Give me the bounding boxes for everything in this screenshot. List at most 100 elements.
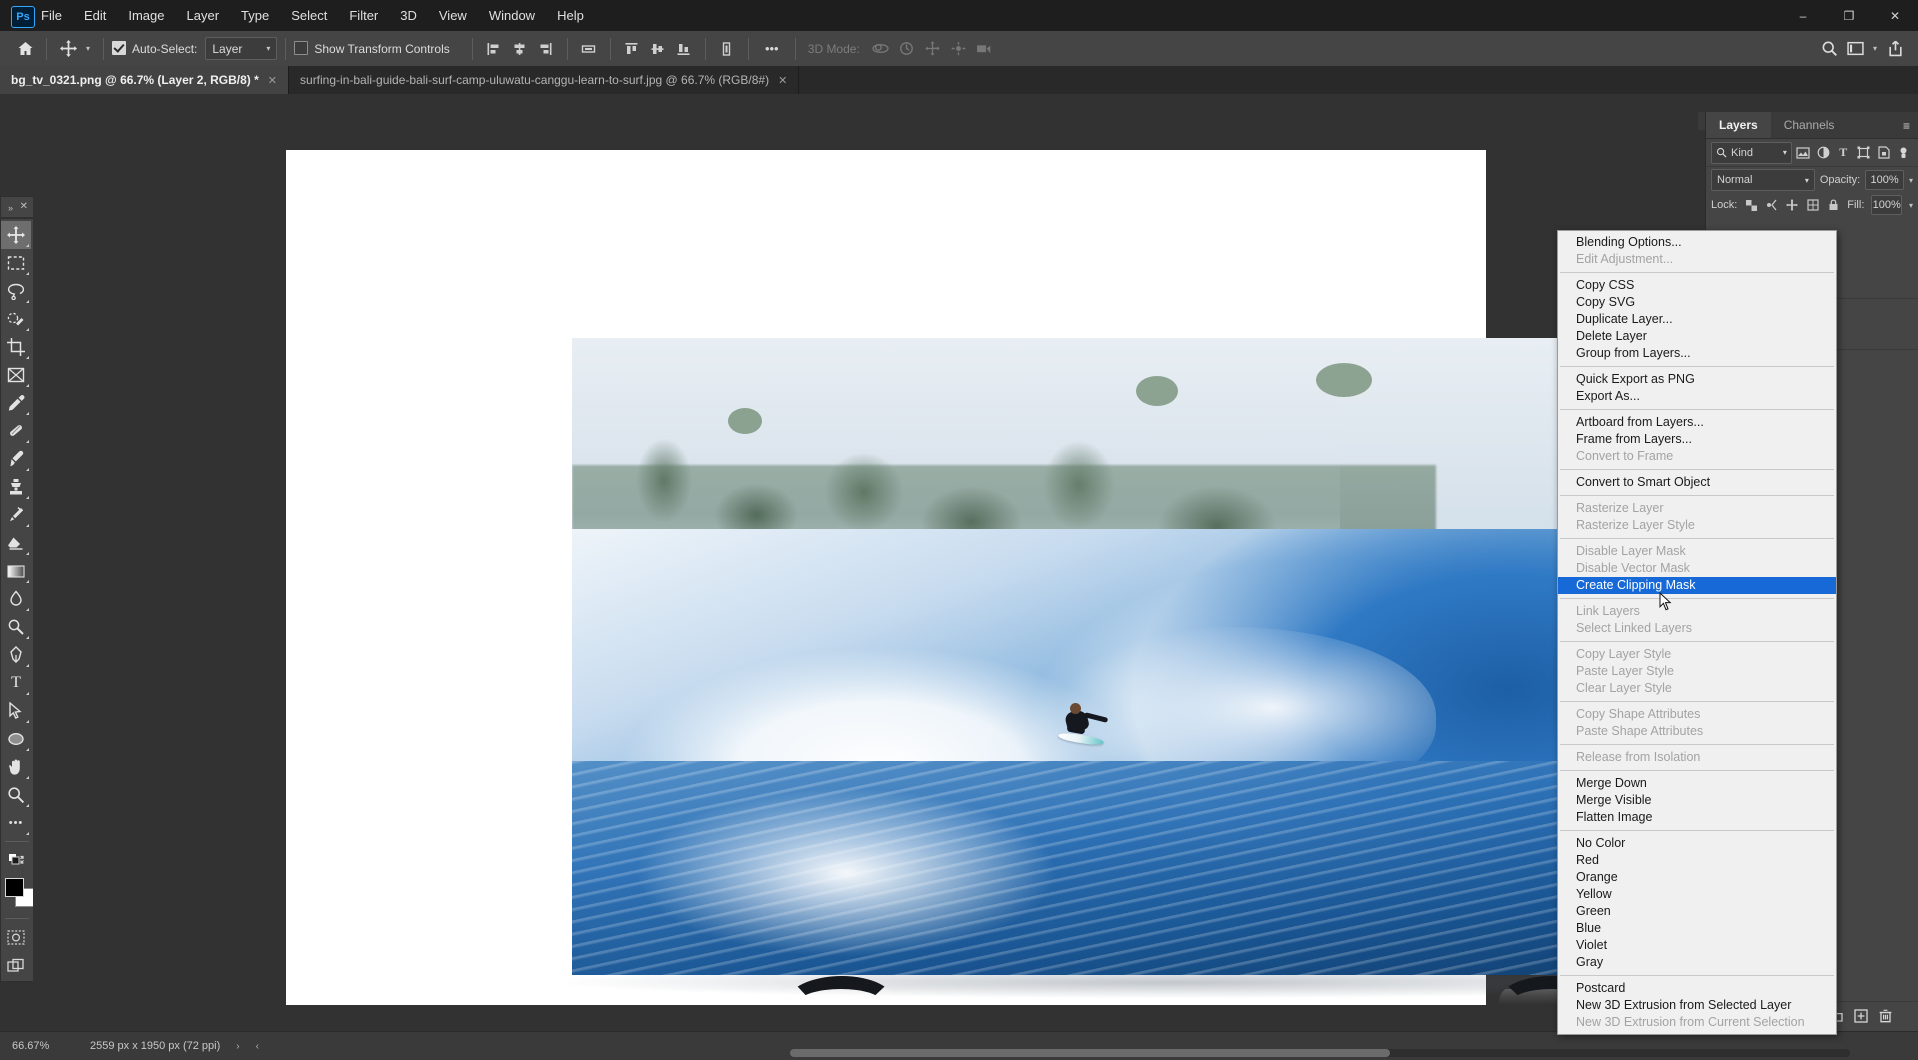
- context-menu-item[interactable]: Delete Layer: [1558, 328, 1836, 345]
- layer-context-menu[interactable]: Blending Options... Edit Adjustment... Cop…: [1557, 230, 1837, 1035]
- clone-stamp-tool[interactable]: [1, 473, 31, 501]
- menu-select[interactable]: Select: [280, 0, 338, 31]
- distribute-horizontally-icon[interactable]: [576, 37, 602, 61]
- smartobject-filter-icon[interactable]: [1875, 143, 1893, 163]
- brush-tool[interactable]: [1, 445, 31, 473]
- canvas-area[interactable]: [33, 95, 1706, 1032]
- align-right-edges-icon[interactable]: [533, 37, 559, 61]
- context-menu-item[interactable]: Violet: [1558, 937, 1836, 954]
- quick-mask-icon[interactable]: [1, 923, 31, 951]
- opacity-chevron-down-icon[interactable]: ▾: [1909, 176, 1913, 185]
- home-icon[interactable]: [12, 37, 38, 61]
- context-menu-item[interactable]: Blue: [1558, 920, 1836, 937]
- menu-window[interactable]: Window: [478, 0, 546, 31]
- auto-select-scope-dropdown[interactable]: Layer ▾: [205, 37, 278, 60]
- foreground-color-swatch[interactable]: [5, 878, 24, 897]
- tv-screen[interactable]: [572, 338, 1706, 975]
- default-colors-icon[interactable]: [1, 846, 31, 874]
- menu-layer[interactable]: Layer: [176, 0, 231, 31]
- quick-selection-tool[interactable]: [1, 305, 31, 333]
- healing-brush-tool[interactable]: [1, 417, 31, 445]
- crop-tool[interactable]: [1, 333, 31, 361]
- menu-file[interactable]: File: [30, 0, 73, 31]
- align-left-edges-icon[interactable]: [481, 37, 507, 61]
- auto-select-checkbox[interactable]: Auto-Select:: [112, 41, 197, 56]
- align-bottom-edges-icon[interactable]: [671, 37, 697, 61]
- rectangular-marquee-tool[interactable]: [1, 249, 31, 277]
- hand-tool[interactable]: [1, 753, 31, 781]
- document-tab-surfing[interactable]: surfing-in-bali-guide-bali-surf-camp-ulu…: [289, 66, 800, 94]
- menu-edit[interactable]: Edit: [73, 0, 117, 31]
- menu-help[interactable]: Help: [546, 0, 595, 31]
- adjustment-filter-icon[interactable]: [1814, 143, 1832, 163]
- context-menu-item[interactable]: Artboard from Layers...: [1558, 414, 1836, 431]
- close-icon[interactable]: ✕: [20, 201, 28, 212]
- auto-select-check[interactable]: [112, 41, 126, 55]
- context-menu-item[interactable]: New 3D Extrusion from Selected Layer: [1558, 997, 1836, 1014]
- workspace-icon[interactable]: [1842, 37, 1868, 61]
- document-dimensions[interactable]: 2559 px x 1950 px (72 ppi): [78, 1040, 220, 1052]
- close-icon[interactable]: ✕: [778, 74, 787, 87]
- ellipse-tool[interactable]: [1, 725, 31, 753]
- context-menu-item[interactable]: Blending Options...: [1558, 234, 1836, 251]
- context-menu-item[interactable]: Duplicate Layer...: [1558, 311, 1836, 328]
- context-menu-item[interactable]: Flatten Image: [1558, 809, 1836, 826]
- menu-3d[interactable]: 3D: [389, 0, 428, 31]
- type-filter-icon[interactable]: T: [1834, 143, 1852, 163]
- frame-tool[interactable]: [1, 361, 31, 389]
- context-menu-item[interactable]: Export As...: [1558, 388, 1836, 405]
- eyedropper-tool[interactable]: [1, 389, 31, 417]
- minimize-button[interactable]: –: [1780, 0, 1826, 31]
- menu-filter[interactable]: Filter: [338, 0, 389, 31]
- filter-kind-dropdown[interactable]: Kind ▾: [1711, 141, 1792, 164]
- share-icon[interactable]: [1882, 37, 1908, 61]
- eraser-tool[interactable]: [1, 529, 31, 557]
- align-horizontal-centers-icon[interactable]: [507, 37, 533, 61]
- context-menu-item[interactable]: Gray: [1558, 954, 1836, 971]
- lasso-tool[interactable]: [1, 277, 31, 305]
- status-collapse-icon[interactable]: ‹: [240, 1041, 259, 1052]
- opacity-value[interactable]: 100%: [1865, 170, 1904, 190]
- restore-button[interactable]: ❐: [1826, 0, 1872, 31]
- delete-layer-icon[interactable]: [1879, 1009, 1892, 1026]
- filter-toggle-icon[interactable]: [1895, 143, 1913, 163]
- zoom-level[interactable]: 66.67%: [0, 1040, 78, 1052]
- move-tool[interactable]: [1, 221, 31, 249]
- context-menu-item[interactable]: Green: [1558, 903, 1836, 920]
- tool-preset-chevron-down-icon[interactable]: ▾: [81, 37, 95, 61]
- edit-toolbar-button[interactable]: •••: [1, 809, 31, 837]
- tab-channels[interactable]: Channels: [1771, 112, 1848, 138]
- context-menu-item[interactable]: Create Clipping Mask: [1558, 577, 1836, 594]
- context-menu-item[interactable]: Frame from Layers...: [1558, 431, 1836, 448]
- dodge-tool[interactable]: [1, 613, 31, 641]
- zoom-tool[interactable]: [1, 781, 31, 809]
- context-menu-item[interactable]: Orange: [1558, 869, 1836, 886]
- context-menu-item[interactable]: Red: [1558, 852, 1836, 869]
- blend-mode-dropdown[interactable]: Normal ▾: [1711, 169, 1815, 191]
- context-menu-item[interactable]: No Color: [1558, 835, 1836, 852]
- lock-all-icon[interactable]: [1827, 195, 1841, 215]
- type-tool[interactable]: T: [1, 669, 31, 697]
- menu-view[interactable]: View: [428, 0, 478, 31]
- scrollbar-thumb[interactable]: [790, 1049, 1390, 1057]
- context-menu-item[interactable]: Copy CSS: [1558, 277, 1836, 294]
- show-transform-check[interactable]: [294, 41, 309, 55]
- history-brush-tool[interactable]: [1, 501, 31, 529]
- fill-value[interactable]: 100%: [1871, 195, 1902, 215]
- close-icon[interactable]: ✕: [268, 74, 277, 87]
- pixel-filter-icon[interactable]: [1794, 143, 1812, 163]
- context-menu-item[interactable]: Convert to Smart Object: [1558, 474, 1836, 491]
- shape-filter-icon[interactable]: [1854, 143, 1872, 163]
- context-menu-item[interactable]: Copy SVG: [1558, 294, 1836, 311]
- context-menu-item[interactable]: Quick Export as PNG: [1558, 371, 1836, 388]
- new-layer-icon[interactable]: [1854, 1008, 1868, 1026]
- lock-position-icon[interactable]: [1785, 195, 1799, 215]
- context-menu-item[interactable]: Merge Down: [1558, 775, 1836, 792]
- status-expand-icon[interactable]: ›: [220, 1041, 239, 1052]
- collapse-icon[interactable]: »: [8, 203, 13, 213]
- search-icon[interactable]: [1816, 37, 1842, 61]
- close-button[interactable]: ✕: [1872, 0, 1918, 31]
- pen-tool[interactable]: [1, 641, 31, 669]
- lock-nesting-icon[interactable]: [1806, 195, 1820, 215]
- context-menu-item[interactable]: Postcard: [1558, 980, 1836, 997]
